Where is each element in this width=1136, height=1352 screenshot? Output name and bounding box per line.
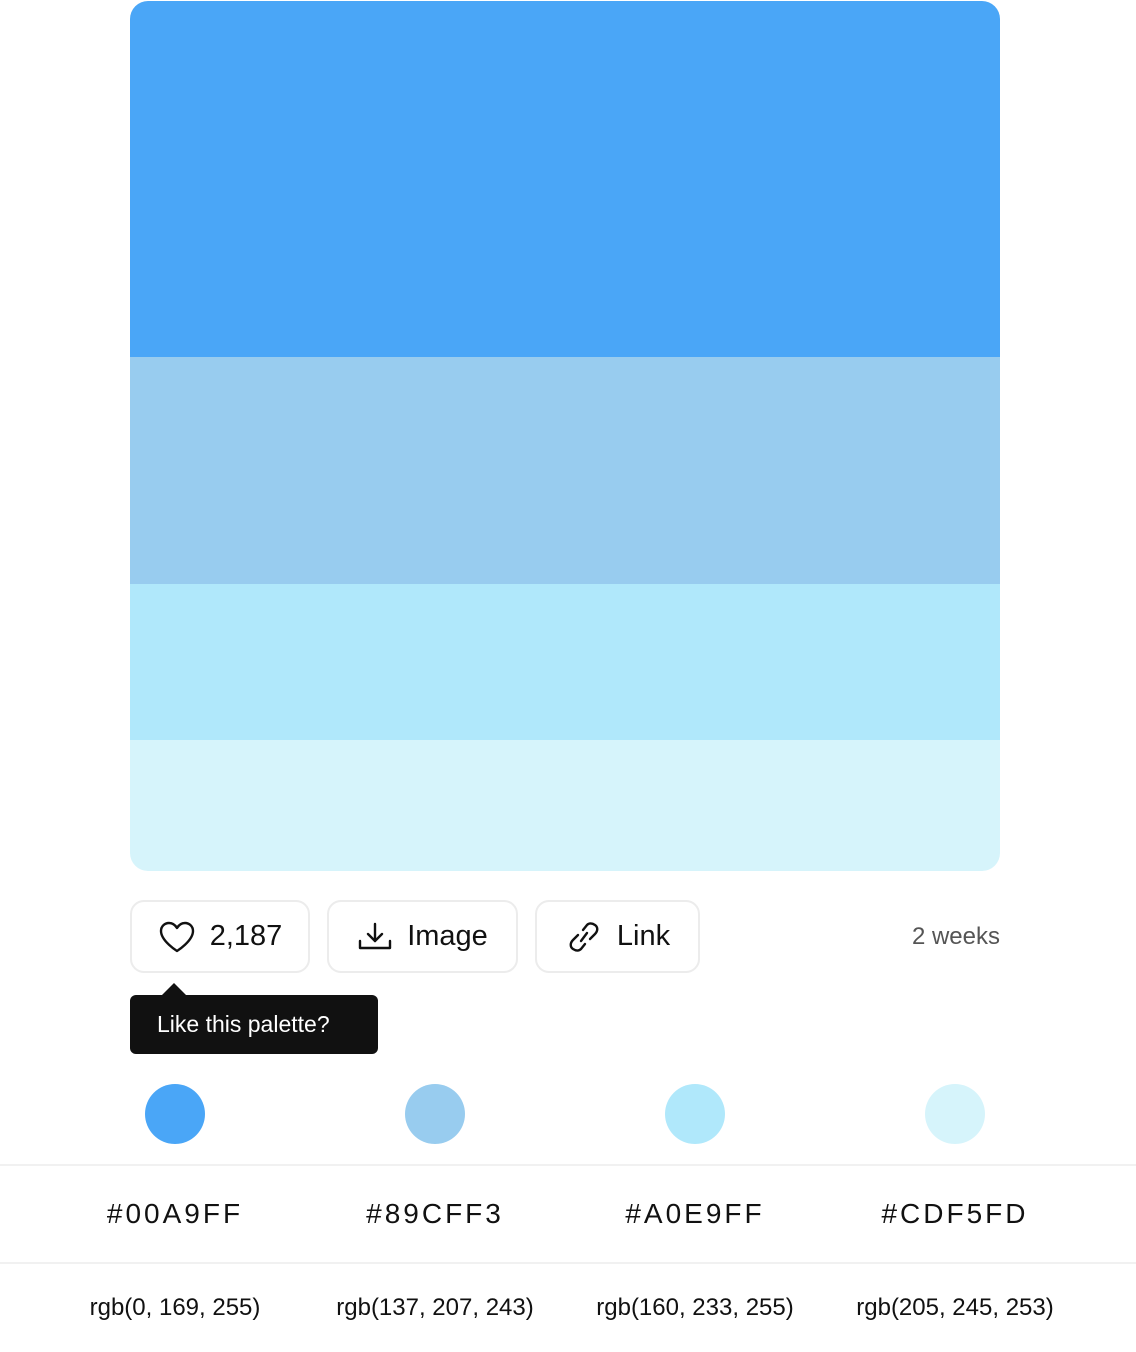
image-button-label: Image bbox=[407, 920, 488, 952]
like-count: 2,187 bbox=[209, 920, 283, 952]
color-dot-2[interactable] bbox=[405, 1084, 465, 1144]
color-dot-1[interactable] bbox=[145, 1084, 205, 1144]
copy-link-button[interactable]: Link bbox=[535, 900, 700, 973]
like-tooltip: Like this palette? bbox=[130, 983, 378, 1054]
palette-swatch-2[interactable] bbox=[130, 357, 1000, 584]
tooltip-arrow bbox=[162, 983, 186, 995]
hex-code-4[interactable]: #CDF5FD bbox=[825, 1198, 1085, 1230]
like-button[interactable]: 2,187 bbox=[130, 900, 310, 973]
hex-codes-row: #00A9FF #89CFF3 #A0E9FF #CDF5FD bbox=[0, 1164, 1136, 1264]
color-dot-3[interactable] bbox=[665, 1084, 725, 1144]
hex-code-1[interactable]: #00A9FF bbox=[45, 1198, 305, 1230]
rgb-values-row: rgb(0, 169, 255) rgb(137, 207, 243) rgb(… bbox=[45, 1264, 1085, 1352]
rgb-value-3[interactable]: rgb(160, 233, 255) bbox=[565, 1294, 825, 1322]
download-image-button[interactable]: Image bbox=[327, 900, 518, 973]
rgb-value-2[interactable]: rgb(137, 207, 243) bbox=[305, 1294, 565, 1322]
download-icon bbox=[357, 921, 393, 953]
link-button-label: Link bbox=[616, 920, 671, 952]
heart-icon bbox=[158, 920, 196, 954]
palette-preview[interactable] bbox=[130, 1, 1000, 871]
tooltip-text: Like this palette? bbox=[157, 1011, 330, 1037]
palette-swatch-3[interactable] bbox=[130, 584, 1000, 740]
color-dots-row bbox=[45, 1084, 1085, 1144]
rgb-value-4[interactable]: rgb(205, 245, 253) bbox=[825, 1294, 1085, 1322]
rgb-value-1[interactable]: rgb(0, 169, 255) bbox=[45, 1294, 305, 1322]
link-icon bbox=[565, 921, 603, 952]
published-time: 2 weeks bbox=[911, 923, 1000, 950]
hex-code-3[interactable]: #A0E9FF bbox=[565, 1198, 825, 1230]
hex-code-2[interactable]: #89CFF3 bbox=[305, 1198, 565, 1230]
color-dot-4[interactable] bbox=[925, 1084, 985, 1144]
palette-swatch-4[interactable] bbox=[130, 740, 1000, 871]
palette-swatch-1[interactable] bbox=[130, 1, 1000, 357]
